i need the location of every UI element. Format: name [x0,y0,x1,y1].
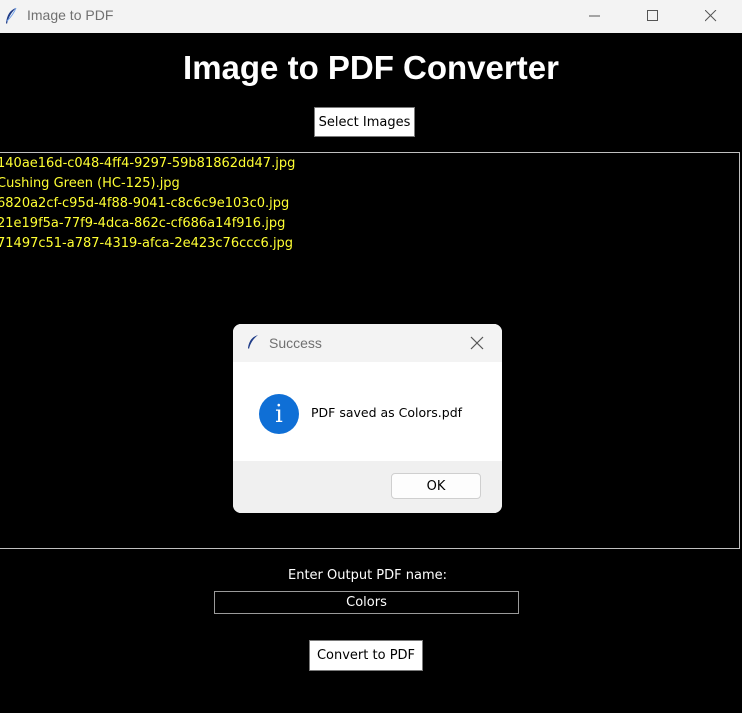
output-name-input[interactable] [214,591,519,614]
maximize-button[interactable] [630,0,676,33]
list-item[interactable]: 140ae16d-c048-4ff4-9297-59b81862dd47.jpg [0,154,295,174]
close-icon[interactable] [469,335,485,351]
page-title: Image to PDF Converter [183,49,559,86]
minimize-icon [589,15,600,17]
dialog-title: Success [269,335,322,351]
list-item[interactable]: 71497c51-a787-4319-afca-2e423c76ccc6.jpg [0,234,293,254]
window-titlebar: Image to PDF [0,0,742,33]
dialog-footer: OK [233,461,502,513]
list-item[interactable]: 21e19f5a-77f9-4dca-862c-cf686a14f916.jpg [0,214,285,234]
select-images-button[interactable]: Select Images [314,107,415,137]
dialog-body: i PDF saved as Colors.pdf [233,362,502,461]
close-icon [705,10,717,22]
list-item[interactable]: Cushing Green (HC-125).jpg [0,174,180,194]
dialog-message: PDF saved as Colors.pdf [311,405,463,420]
dialog-titlebar: Success [233,324,502,362]
maximize-icon [647,10,658,21]
success-dialog: Success i PDF saved as Colors.pdf OK [233,324,502,513]
feather-icon [248,335,258,349]
ok-button[interactable]: OK [391,473,481,499]
convert-to-pdf-button[interactable]: Convert to PDF [309,640,423,671]
window-title: Image to PDF [27,7,114,23]
minimize-button[interactable] [572,0,618,33]
feather-icon [6,7,17,24]
output-name-label: Enter Output PDF name: [287,568,448,583]
info-icon: i [259,394,299,434]
close-button[interactable] [688,0,734,33]
list-item[interactable]: 6820a2cf-c95d-4f88-9041-c8c6c9e103c0.jpg [0,194,289,214]
